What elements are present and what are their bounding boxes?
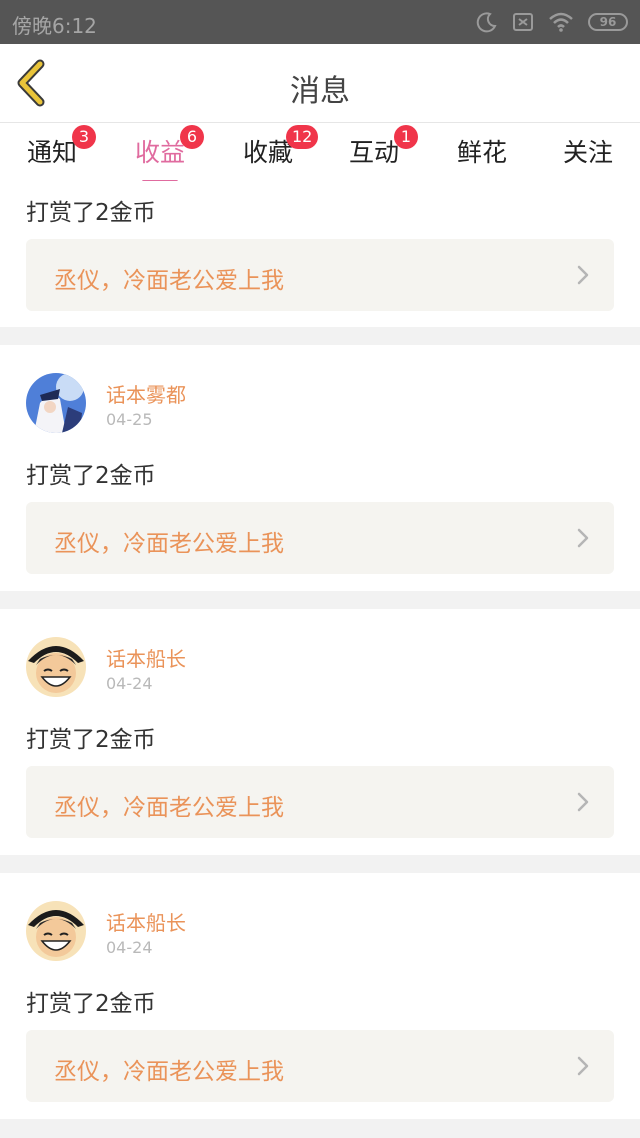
reward-text: 打赏了2金币 [26, 200, 156, 226]
status-bar: 傍晚6:12 96 [0, 0, 640, 44]
user-name[interactable]: 话本船长 [106, 907, 186, 936]
tab-badge: 12 [286, 125, 319, 149]
avatar[interactable] [26, 901, 86, 961]
moon-icon [476, 11, 498, 33]
book-link[interactable]: 丞仪，冷面老公爱上我 [26, 239, 614, 311]
reward-card: 话本雾都 04-25 打赏了2金币 丞仪，冷面老公爱上我 [0, 345, 640, 591]
book-title: 丞仪，冷面老公爱上我 [54, 1059, 284, 1085]
tab-follows[interactable]: 关注 [562, 133, 614, 177]
reward-card: 话本船长 04-24 打赏了2金币 丞仪，冷面老公爱上我 [0, 609, 640, 855]
battery-icon: 96 [588, 13, 628, 31]
tab-badge: 6 [180, 125, 204, 149]
chevron-right-icon [576, 527, 590, 553]
tab-badge: 1 [394, 125, 418, 149]
tab-label: 互动 [348, 138, 399, 167]
header: 消息 [0, 44, 640, 123]
reward-text: 打赏了2金币 [26, 727, 156, 753]
book-link[interactable]: 丞仪，冷面老公爱上我 [26, 1030, 614, 1102]
reward-card: 话本船长 04-24 打赏了2金币 丞仪，冷面老公爱上我 [0, 873, 640, 1119]
tab-badge: 3 [72, 125, 96, 149]
tab-label: 关注 [562, 138, 613, 167]
avatar[interactable] [26, 373, 86, 433]
post-date: 04-25 [106, 410, 153, 429]
tab-label: 收藏 [242, 138, 293, 167]
tab-bar: 通知 3 收益 6 收藏 12 互动 1 鲜花 关注 [0, 123, 640, 183]
status-icons: 96 [476, 10, 628, 34]
reward-text: 打赏了2金币 [26, 991, 156, 1017]
reward-text: 打赏了2金币 [26, 463, 156, 489]
wifi-icon [548, 11, 574, 33]
book-title: 丞仪，冷面老公爱上我 [54, 795, 284, 821]
user-name[interactable]: 话本雾都 [106, 379, 186, 408]
chevron-right-icon [576, 1055, 590, 1081]
avatar[interactable] [26, 637, 86, 697]
tab-label: 收益 [134, 138, 185, 167]
post-date: 04-24 [106, 938, 153, 957]
post-date: 04-24 [106, 674, 153, 693]
chevron-right-icon [576, 264, 590, 290]
tab-favorites[interactable]: 收藏 12 [242, 125, 319, 177]
reward-card: 打赏了2金币 丞仪，冷面老公爱上我 [0, 181, 640, 327]
chevron-right-icon [576, 791, 590, 817]
book-title: 丞仪，冷面老公爱上我 [54, 268, 284, 294]
user-name[interactable]: 话本船长 [106, 643, 186, 672]
tab-label: 鲜花 [456, 138, 507, 167]
sim-off-icon [512, 11, 534, 33]
book-link[interactable]: 丞仪，冷面老公爱上我 [26, 766, 614, 838]
book-title: 丞仪，冷面老公爱上我 [54, 531, 284, 557]
battery-level: 96 [599, 15, 617, 29]
tab-earnings[interactable]: 收益 6 [134, 125, 204, 183]
tab-notifications[interactable]: 通知 3 [26, 125, 96, 177]
tab-label: 通知 [26, 138, 77, 167]
tab-flowers[interactable]: 鲜花 [456, 133, 508, 177]
book-link[interactable]: 丞仪，冷面老公爱上我 [26, 502, 614, 574]
page-title: 消息 [290, 74, 350, 109]
status-time: 傍晚6:12 [12, 14, 97, 38]
tab-interactions[interactable]: 互动 1 [348, 125, 418, 177]
